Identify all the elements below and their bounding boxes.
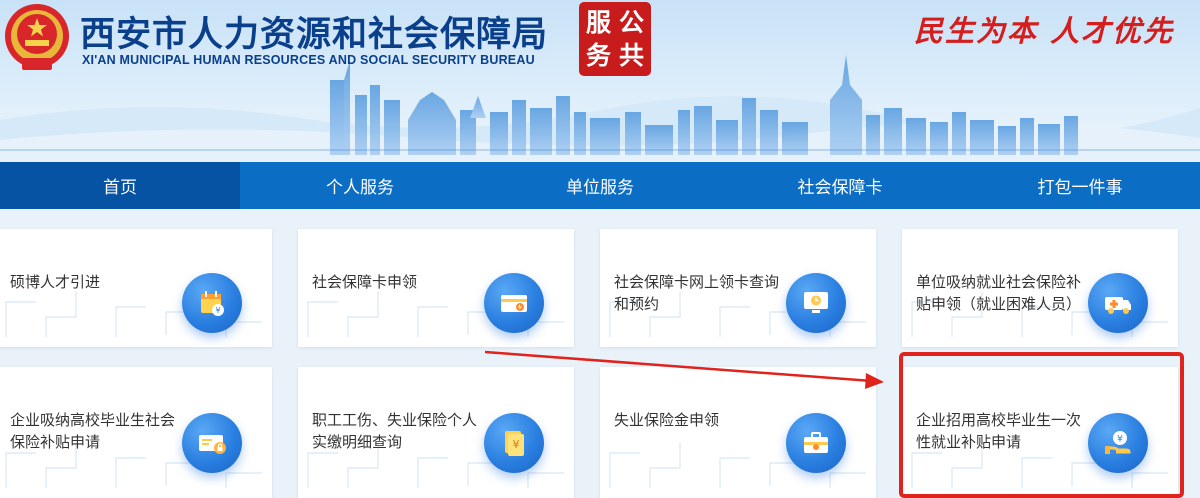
seal-char: 服: [585, 8, 611, 37]
service-card-graduate-one-time-employment-subsidy[interactable]: 企业招用高校毕业生一次性就业补贴申请 ¥: [902, 367, 1178, 498]
briefcase-icon: [786, 413, 846, 473]
site-title: 西安市人力资源和社会保障局: [80, 15, 549, 55]
document-yuan-icon: ¥: [484, 413, 544, 473]
service-card-enterprise-graduate-insurance-subsidy[interactable]: 企业吸纳高校毕业生社会保险补贴申请: [0, 367, 272, 498]
nav-item-social-security-card[interactable]: 社会保障卡: [720, 162, 960, 209]
slogan: 民生为本 人才优先: [914, 14, 1175, 48]
nav-item-home[interactable]: 首页: [0, 162, 240, 209]
calendar-yuan-icon: ¥: [182, 273, 242, 333]
national-emblem-icon: [5, 4, 69, 70]
svg-text:¥: ¥: [1117, 435, 1123, 445]
card-lock-icon: [182, 413, 242, 473]
main-nav: 首页 个人服务 单位服务 社会保障卡 打包一件事: [0, 162, 1200, 209]
seal-char: 务: [585, 41, 611, 70]
service-card-injury-unemployment-payment-query[interactable]: 职工工伤、失业保险个人实缴明细查询 ¥: [298, 367, 574, 498]
public-service-seal: 服 公 务 共: [579, 2, 651, 76]
service-card-label: 社会保障卡申领: [312, 273, 418, 291]
service-card-social-security-card-apply[interactable]: 社会保障卡申领: [298, 229, 574, 347]
service-card-label: 单位吸纳就业社会保险补贴申领（就业困难人员）: [916, 273, 1082, 313]
service-card-doctoral-talent[interactable]: 硕博人才引进 ¥: [0, 229, 272, 347]
seal-char: 公: [618, 8, 644, 37]
service-card-label: 硕博人才引进: [10, 273, 101, 291]
service-card-label: 社会保障卡网上领卡查询和预约: [614, 273, 780, 313]
service-card-employer-insurance-subsidy[interactable]: 单位吸纳就业社会保险补贴申领（就业困难人员）: [902, 229, 1178, 347]
nav-item-personal-services[interactable]: 个人服务: [240, 162, 480, 209]
site-header: 西安市人力资源和社会保障局 XI'AN MUNICIPAL HUMAN RESO…: [0, 0, 1200, 162]
service-card-label: 职工工伤、失业保险个人实缴明细查询: [312, 411, 478, 451]
hand-coin-icon: ¥: [1088, 413, 1148, 473]
svg-text:¥: ¥: [215, 306, 220, 315]
site-title-english: XI'AN MUNICIPAL HUMAN RESOURCES AND SOCI…: [82, 53, 535, 67]
service-card-social-security-card-online-query[interactable]: 社会保障卡网上领卡查询和预约: [600, 229, 876, 347]
svg-text:¥: ¥: [513, 438, 520, 451]
monitor-clock-icon: [786, 273, 846, 333]
service-card-label: 企业吸纳高校毕业生社会保险补贴申请: [10, 411, 176, 451]
service-card-unemployment-benefit-claim[interactable]: 失业保险金申领: [600, 367, 876, 498]
nav-item-employer-services[interactable]: 单位服务: [480, 162, 720, 209]
nav-item-bundled-services[interactable]: 打包一件事: [960, 162, 1200, 209]
service-card-label: 企业招用高校毕业生一次性就业补贴申请: [916, 411, 1082, 451]
seal-char: 共: [618, 41, 644, 70]
service-card-label: 失业保险金申领: [614, 411, 720, 429]
service-grid: 硕博人才引进 ¥ 社会保障卡申领 社会保障卡网上领卡查询和预约 单位吸纳就业社会…: [0, 209, 1200, 498]
card-lightning-icon: [484, 273, 544, 333]
ambulance-icon: [1088, 273, 1148, 333]
